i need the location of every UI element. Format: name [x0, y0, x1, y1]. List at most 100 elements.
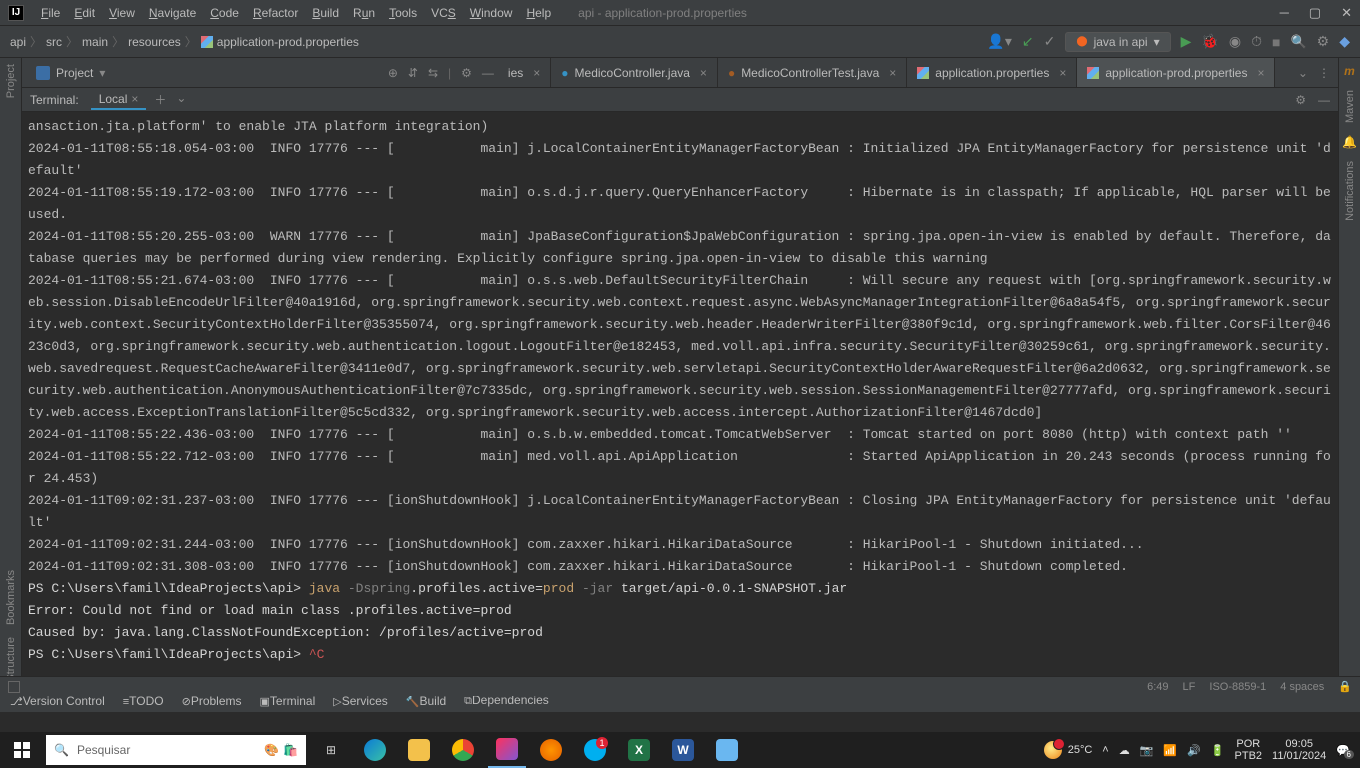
chevron-down-icon: ▾ — [99, 66, 105, 80]
taskbar-app[interactable] — [708, 732, 746, 768]
settings-button[interactable]: ⚙ — [1317, 33, 1330, 50]
crumb-src[interactable]: src — [46, 35, 62, 49]
taskbar-firefox[interactable] — [532, 732, 570, 768]
menu-window[interactable]: Window — [463, 6, 520, 20]
close-icon[interactable]: × — [131, 92, 138, 106]
close-button[interactable]: ✕ — [1341, 5, 1352, 21]
language-indicator[interactable]: POR PTB2 — [1235, 738, 1263, 762]
tray-onedrive-icon[interactable]: ☁ — [1119, 744, 1130, 757]
menu-help[interactable]: Help — [519, 6, 558, 20]
taskbar-excel[interactable]: X — [620, 732, 658, 768]
menu-run[interactable]: Run — [346, 6, 382, 20]
search-bag-icon: 🛍️ — [283, 743, 298, 757]
user-icon[interactable]: 👤▾ — [987, 33, 1011, 50]
readonly-lock-icon[interactable]: 🔒 — [1338, 680, 1352, 693]
search-placeholder: Pesquisar — [77, 743, 264, 757]
rail-bookmarks[interactable]: Bookmarks — [5, 564, 17, 631]
coverage-button[interactable]: ◉ — [1229, 33, 1241, 50]
crumb-main[interactable]: main — [82, 35, 108, 49]
run-button[interactable]: ▶ — [1181, 33, 1192, 50]
tray-meet-now-icon[interactable]: 📷 — [1140, 744, 1154, 757]
search-everywhere-button[interactable]: 🔍 — [1290, 34, 1306, 50]
taskbar-search[interactable]: 🔍 Pesquisar 🎨 🛍️ — [46, 735, 306, 765]
select-opened-file-icon[interactable]: ⊕ — [388, 66, 398, 80]
bell-icon[interactable]: 🔔 — [1342, 135, 1357, 149]
indent-info[interactable]: 4 spaces — [1280, 681, 1324, 693]
line-separator[interactable]: LF — [1183, 681, 1196, 693]
tab-medico-controller[interactable]: MedicoController.java × — [551, 58, 718, 87]
profile-button[interactable]: ⏱ — [1251, 33, 1262, 50]
tabs-dropdown-icon[interactable]: ⌄ — [1298, 66, 1308, 80]
terminal-settings-icon[interactable]: ⚙ — [1295, 93, 1306, 107]
start-button[interactable] — [0, 732, 44, 768]
tray-battery-icon[interactable]: 🔋 — [1211, 744, 1225, 757]
tab-label: ies — [508, 66, 523, 80]
stop-button[interactable]: ■ — [1272, 34, 1280, 50]
maven-icon[interactable]: m — [1344, 64, 1355, 78]
rail-maven[interactable]: Maven — [1344, 84, 1356, 129]
taskbar-edge[interactable] — [356, 732, 394, 768]
close-icon[interactable]: × — [533, 66, 540, 80]
taskbar-explorer[interactable] — [400, 732, 438, 768]
menu-edit[interactable]: Edit — [67, 6, 102, 20]
expand-all-icon[interactable]: ⇵ — [408, 66, 418, 80]
taskbar-skype[interactable]: 1 — [576, 732, 614, 768]
tray-overflow-icon[interactable]: ˄ — [1102, 744, 1108, 756]
tray-volume-icon[interactable]: 🔊 — [1187, 744, 1201, 757]
new-session-icon[interactable]: ＋ — [154, 91, 166, 108]
terminal-session-tab[interactable]: Local × — [91, 90, 147, 110]
run-config-dropdown[interactable]: ⬤ java in api ▾ — [1065, 32, 1170, 52]
terminal-output[interactable]: ansaction.jta.platform' to enable JTA pl… — [22, 112, 1338, 688]
navigation-bar: api 〉 src 〉 main 〉 resources 〉 applicati… — [0, 26, 1360, 58]
rail-notifications[interactable]: Notifications — [1344, 155, 1356, 227]
weather-widget[interactable]: 25°C — [1044, 741, 1093, 759]
tool-windows-icon[interactable] — [8, 681, 20, 693]
menu-navigate[interactable]: Navigate — [142, 6, 203, 20]
close-icon[interactable]: × — [889, 66, 896, 80]
close-icon[interactable]: × — [1257, 66, 1264, 80]
search-icon: 🔍 — [54, 743, 69, 757]
tab-application-properties[interactable]: application.properties × — [907, 58, 1077, 87]
menu-code[interactable]: Code — [203, 6, 246, 20]
project-tool-button[interactable]: Project ▾ — [28, 66, 113, 80]
taskbar-chrome[interactable] — [444, 732, 482, 768]
crumb-root[interactable]: api — [10, 35, 26, 49]
crumb-file[interactable]: application-prod.properties — [217, 35, 359, 49]
tabs-more-icon[interactable]: ⋮ — [1318, 66, 1330, 80]
close-icon[interactable]: × — [700, 66, 707, 80]
caret-position[interactable]: 6:49 — [1147, 681, 1168, 693]
menu-file[interactable]: File — [34, 6, 67, 20]
play-icon: ▷ — [333, 696, 341, 708]
file-encoding[interactable]: ISO-8859-1 — [1209, 681, 1266, 693]
menu-refactor[interactable]: Refactor — [246, 6, 305, 20]
vcs-update-icon[interactable]: ↙ — [1022, 33, 1034, 50]
notifications-icon[interactable]: 💬6 — [1336, 744, 1350, 757]
tray-wifi-icon[interactable]: 📶 — [1163, 744, 1177, 757]
terminal-session-label: Local — [99, 92, 128, 106]
settings-icon[interactable]: ⚙ — [461, 66, 472, 80]
minimize-button[interactable]: ─ — [1280, 5, 1289, 21]
menu-build[interactable]: Build — [305, 6, 346, 20]
tab-application-prod-properties[interactable]: application-prod.properties × — [1077, 58, 1275, 87]
close-icon[interactable]: × — [1059, 66, 1066, 80]
menu-vcs[interactable]: VCS — [424, 6, 463, 20]
task-view-button[interactable]: ⊞ — [312, 732, 350, 768]
tab-truncated[interactable]: ies × — [498, 58, 551, 87]
debug-button[interactable]: 🐞 — [1201, 33, 1218, 50]
vcs-commit-icon[interactable]: ✓ — [1044, 33, 1056, 50]
rail-project[interactable]: Project — [5, 58, 17, 104]
ai-assistant-icon[interactable]: ◆ — [1339, 33, 1350, 50]
menu-tools[interactable]: Tools — [382, 6, 424, 20]
collapse-all-icon[interactable]: ⇆ — [428, 66, 438, 80]
menu-view[interactable]: View — [102, 6, 142, 20]
taskbar-intellij[interactable] — [488, 732, 526, 768]
maximize-button[interactable]: ▢ — [1309, 5, 1321, 21]
hide-terminal-icon[interactable]: — — [1318, 93, 1330, 107]
clock[interactable]: 09:05 11/01/2024 — [1272, 738, 1326, 762]
hide-icon[interactable]: — — [482, 66, 494, 80]
crumb-resources[interactable]: resources — [128, 35, 181, 49]
hammer-icon: 🔨 — [406, 696, 420, 708]
session-dropdown-icon[interactable]: ⌄ — [176, 91, 186, 108]
tab-medico-controller-test[interactable]: MedicoControllerTest.java × — [718, 58, 907, 87]
taskbar-word[interactable]: W — [664, 732, 702, 768]
